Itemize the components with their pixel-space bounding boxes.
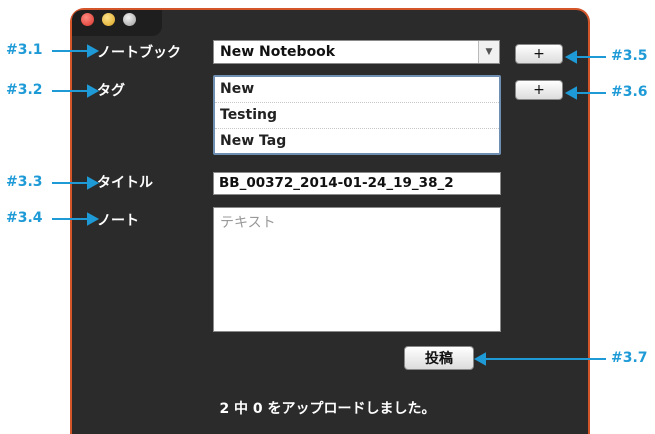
- callout-arrows: [52, 44, 606, 366]
